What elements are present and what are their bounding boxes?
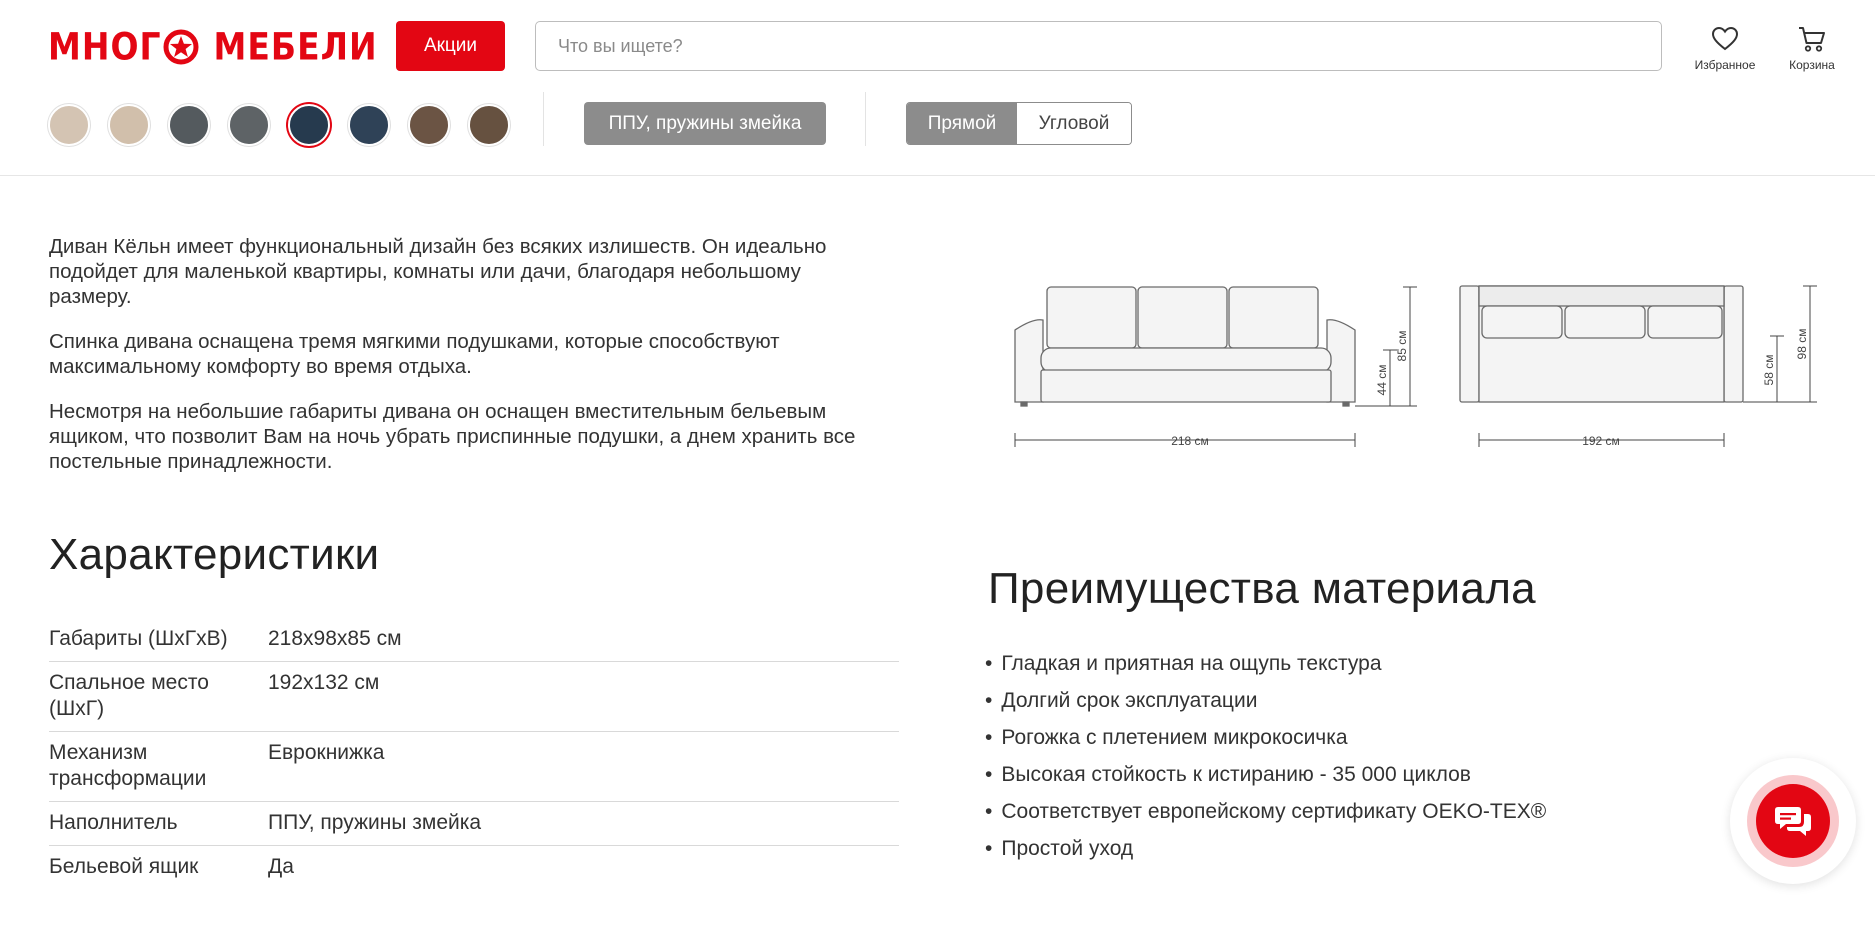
cart-label: Корзина [1789,58,1835,72]
spec-key: Спальное место (ШхГ) [49,671,209,720]
chat-button[interactable] [1756,784,1830,858]
color-swatch[interactable] [228,104,270,146]
specs-title: Характеристики [49,530,380,579]
color-swatch[interactable] [468,104,510,146]
spec-row: Спальное место (ШхГ) 192x132 см [49,662,899,732]
color-swatches [48,104,528,146]
spec-value: Да [268,855,294,878]
advantage-item: Высокая стойкость к истиранию - 35 000 ц… [985,756,1546,793]
bed-seat-depth-label: 58 см [1762,355,1776,386]
favorites-label: Избранное [1694,58,1756,72]
favorites-button[interactable]: Избранное [1690,24,1760,72]
shape-straight-option[interactable]: Прямой [907,103,1017,144]
search-input[interactable] [535,21,1662,71]
site-header: МНОГ МЕБЕЛИ Акции Избранное Корзина ППУ,… [0,0,1875,176]
cart-button[interactable]: Корзина [1777,24,1847,72]
bed-width-label: 192 см [1582,434,1620,448]
spec-value: 218x98x85 см [268,627,402,650]
spec-key: Бельевой ящик [49,855,199,878]
specs-table: Габариты (ШхГхВ) 218x98x85 см Спальное мес… [49,618,899,889]
advantage-item: Рогожка с плетением микрокосичка [985,719,1546,756]
advantage-item: Соответствует европейскому сертификату O… [985,793,1546,830]
spec-row: Механизм трансформации Еврокнижка [49,732,899,802]
spec-row: Габариты (ШхГхВ) 218x98x85 см [49,618,899,662]
description-paragraph: Спинка дивана оснащена тремя мягкими под… [49,330,780,378]
spec-row: Наполнитель ППУ, пружины змейка [49,802,899,846]
color-swatch[interactable] [168,104,210,146]
description-paragraph: Несмотря на небольшие габариты дивана он… [49,400,856,473]
logo-star-icon [163,29,199,65]
sofa-dimensions-scheme: 218 см 85 см 44 см 192 см 98 см 58 см [1014,285,1817,448]
logo-word-furniture: МЕБЕЛИ [213,24,378,69]
spec-key: Наполнитель [49,811,178,834]
spec-key: Габариты (ШхГхВ) [49,627,228,650]
promo-button[interactable]: Акции [396,21,505,71]
spec-value: 192x132 см [268,671,380,694]
divider [865,92,866,146]
color-swatch[interactable] [48,104,90,146]
advantages-list: Гладкая и приятная на ощупь текстураДолг… [985,645,1546,867]
heart-icon [1711,26,1739,51]
site-logo[interactable]: МНОГ МЕБЕЛИ [48,24,378,69]
filling-option-button[interactable]: ППУ, пружины змейка [584,102,826,145]
product-description: Диван Кёльн имеет функциональный дизайн … [49,234,879,494]
front-seat-height-label: 44 см [1375,365,1389,396]
logo-word-many: МНОГ [48,24,162,69]
sofa-top-view [1459,285,1744,403]
spec-value: Еврокнижка [268,741,385,764]
color-swatch[interactable] [108,104,150,146]
cart-icon [1799,27,1825,52]
description-paragraph: Диван Кёльн имеет функциональный дизайн … [49,235,827,308]
advantages-title: Преимущества материала [988,564,1536,613]
color-swatch[interactable] [348,104,390,146]
color-swatch[interactable] [408,104,450,146]
advantage-item: Гладкая и приятная на ощупь текстура [985,645,1546,682]
bed-depth-label: 98 см [1795,329,1809,360]
advantage-item: Простой уход [985,830,1546,867]
front-height-label: 85 см [1395,331,1409,362]
color-swatch[interactable] [288,104,330,146]
divider [543,92,544,146]
spec-value: ППУ, пружины змейка [268,811,482,834]
sofa-front-view [1014,286,1356,407]
spec-key: Механизм трансформации [49,741,207,790]
shape-corner-option[interactable]: Угловой [1017,103,1131,144]
chat-bubble-icon [1775,807,1811,836]
advantage-item: Долгий срок эксплуатации [985,682,1546,719]
shape-toggle: Прямой Угловой [906,102,1132,145]
spec-row: Бельевой ящик Да [49,846,899,889]
front-width-label: 218 см [1171,434,1209,448]
